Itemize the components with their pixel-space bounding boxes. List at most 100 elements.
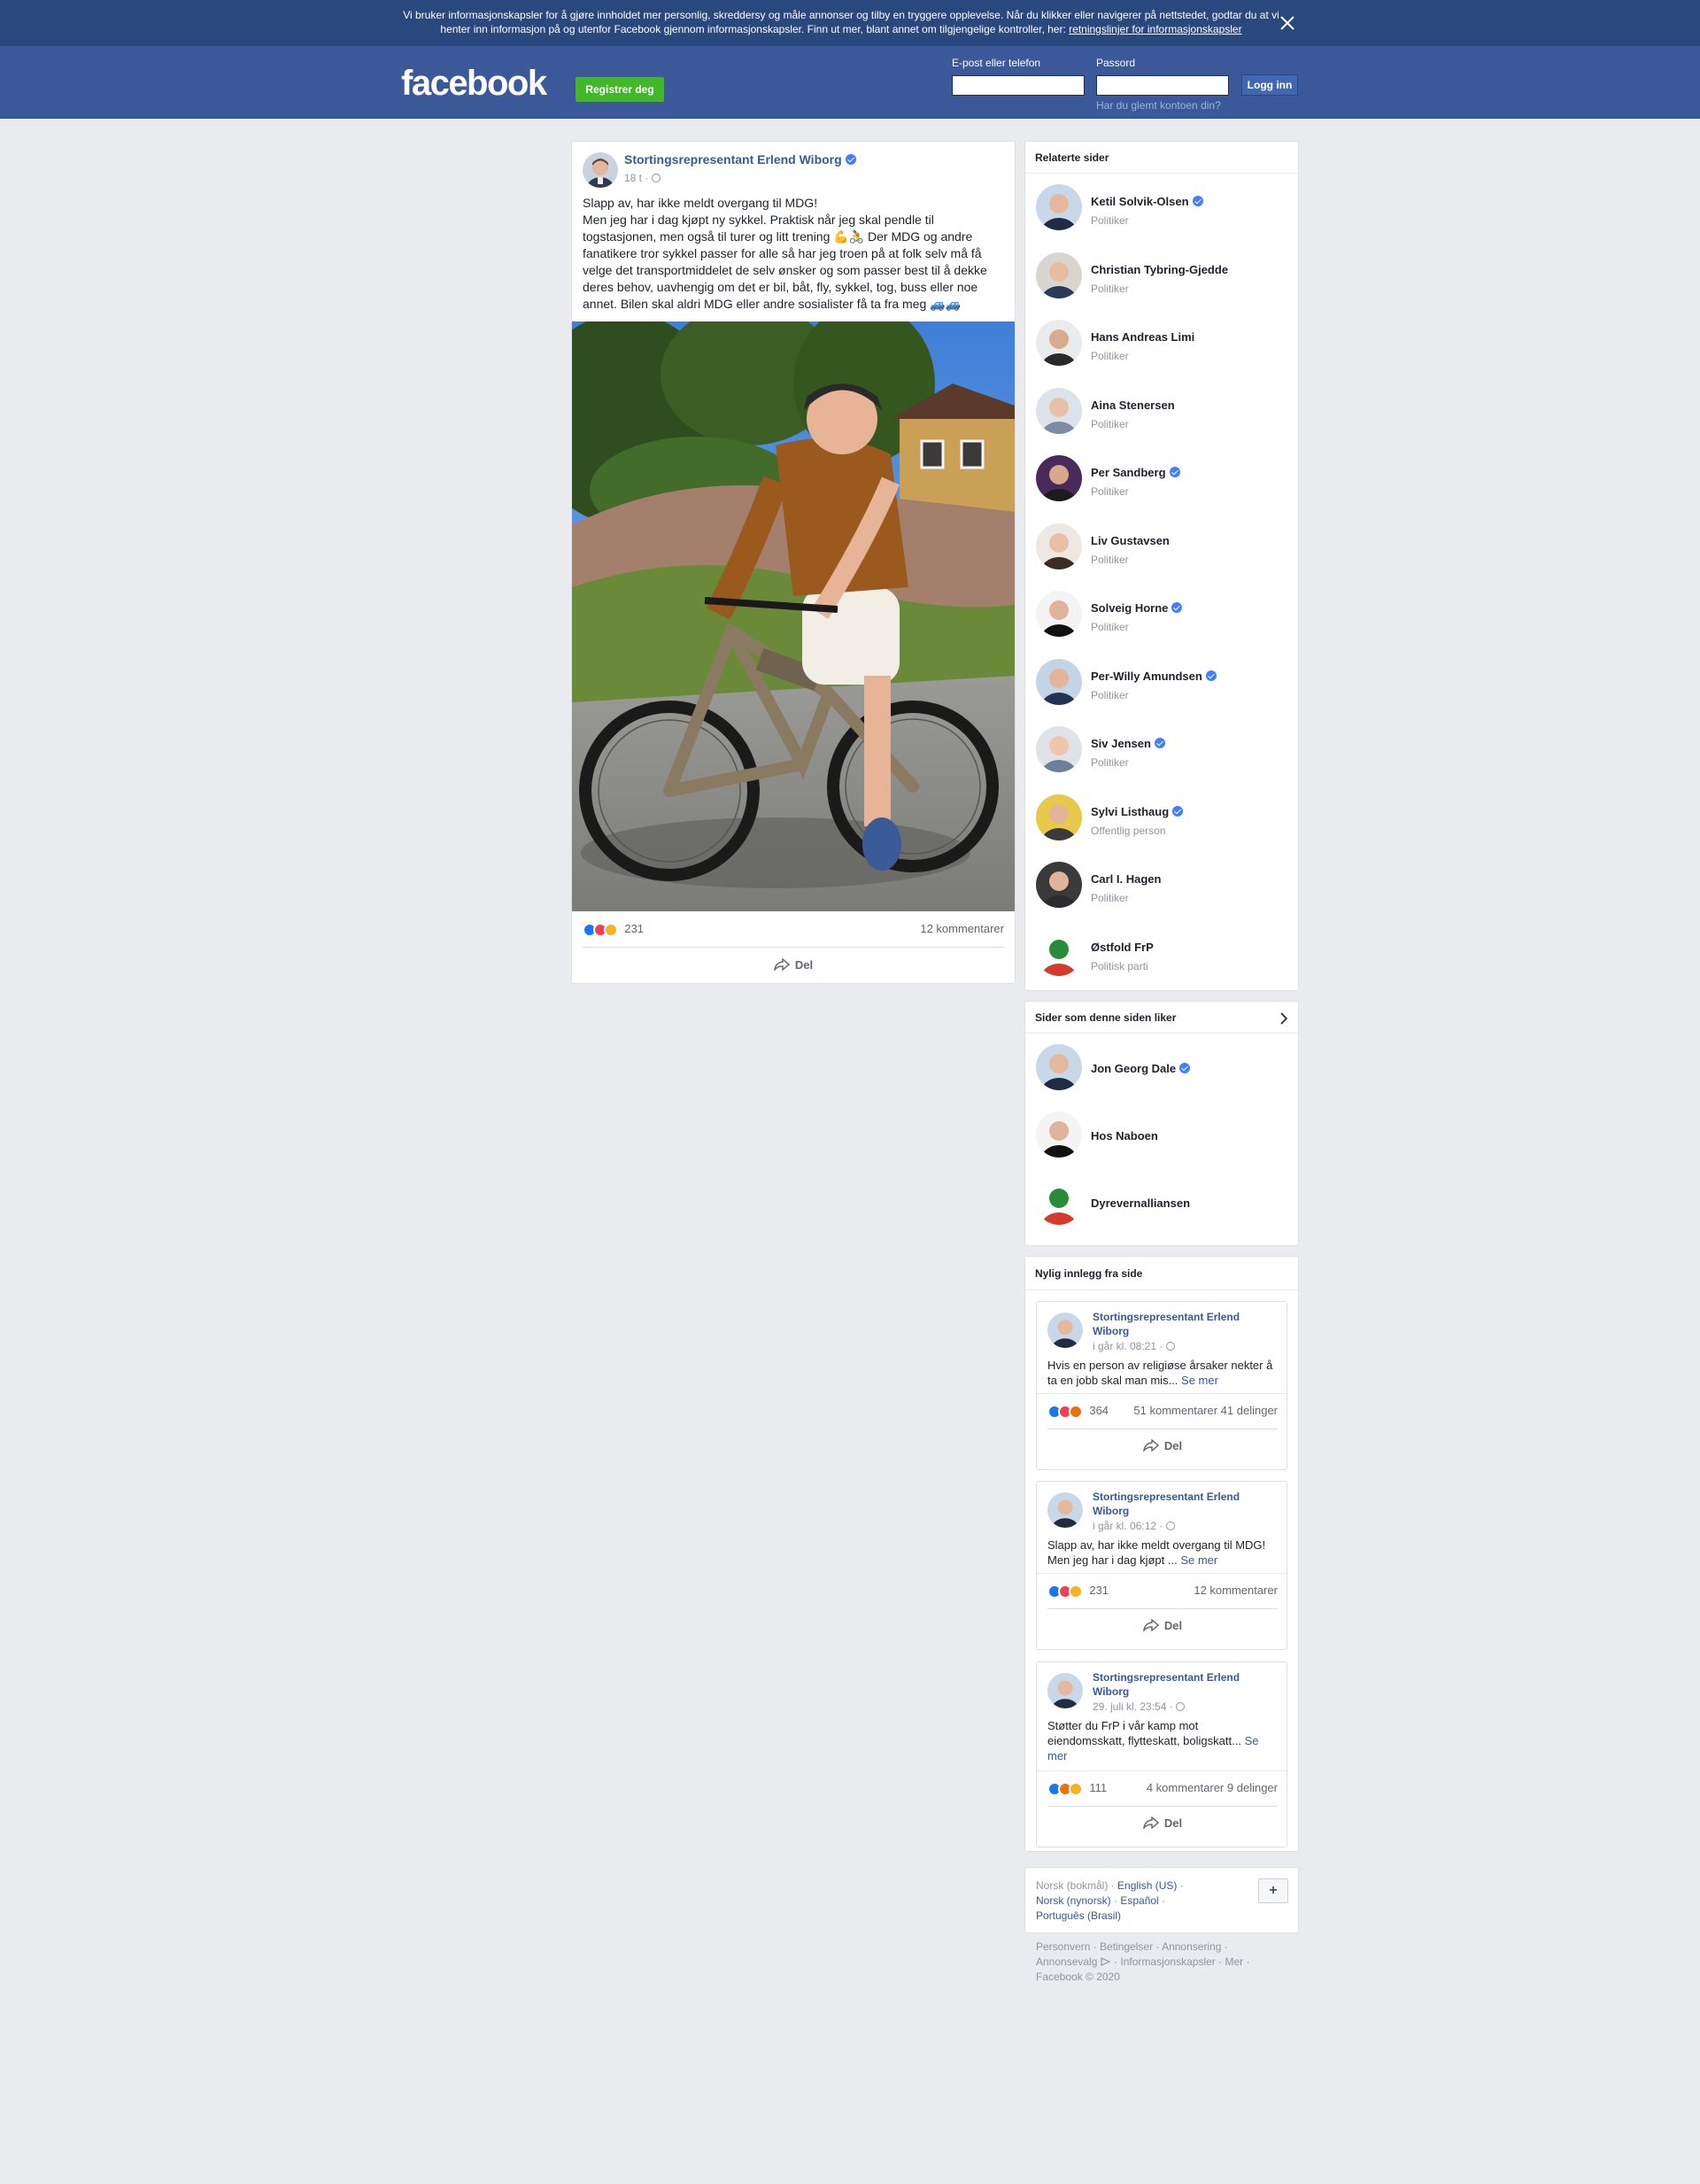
page-name[interactable]: Sylvi Listhaug: [1091, 805, 1184, 818]
language-portuguese[interactable]: Português (Brasil): [1036, 1909, 1121, 1922]
page-avatar[interactable]: [1036, 658, 1082, 705]
page-name-text[interactable]: Liv Gustavsen: [1091, 534, 1170, 547]
forgot-account-link[interactable]: Har du glemt kontoen din?: [1096, 99, 1221, 112]
share-button[interactable]: Del: [1118, 1438, 1207, 1453]
liked-page-item[interactable]: Jon Georg Dale: [1025, 1044, 1298, 1094]
share-button[interactable]: Del: [749, 957, 838, 972]
page-name-text[interactable]: Per Sandberg: [1091, 466, 1166, 479]
page-avatar[interactable]: [1036, 862, 1082, 908]
page-avatar[interactable]: [1036, 387, 1082, 434]
share-button[interactable]: Del: [1118, 1618, 1207, 1633]
author-avatar[interactable]: [1047, 1492, 1083, 1528]
reaction-icons[interactable]: [1047, 1404, 1083, 1419]
page-avatar[interactable]: [1036, 184, 1082, 230]
related-page-item[interactable]: Liv Gustavsen Politiker: [1025, 523, 1298, 577]
page-name[interactable]: Christian Tybring-Gjedde: [1091, 263, 1228, 276]
page-name-text[interactable]: Sylvi Listhaug: [1091, 805, 1169, 818]
post-time[interactable]: 18 t ·: [624, 172, 648, 184]
facebook-logo[interactable]: facebook: [401, 64, 547, 104]
language-english[interactable]: English (US): [1117, 1879, 1177, 1892]
reaction-count[interactable]: 231: [624, 922, 644, 935]
liked-page-item[interactable]: Dyrevernalliansen: [1025, 1179, 1298, 1228]
page-avatar[interactable]: [1036, 726, 1082, 772]
page-name[interactable]: Østfold FrP: [1091, 941, 1154, 954]
page-name-text[interactable]: Hans Andreas Limi: [1091, 330, 1194, 344]
reaction-icons[interactable]: [1047, 1584, 1083, 1599]
related-page-item[interactable]: Per-Willy Amundsen Politiker: [1025, 658, 1298, 712]
chevron-right-icon[interactable]: [1279, 1012, 1288, 1025]
page-name[interactable]: Jon Georg Dale: [1091, 1062, 1191, 1075]
page-avatar[interactable]: [1036, 523, 1082, 569]
page-name-text[interactable]: Siv Jensen: [1091, 737, 1151, 750]
related-page-item[interactable]: Hans Andreas Limi Politiker: [1025, 320, 1298, 373]
page-avatar[interactable]: [1036, 252, 1082, 298]
page-name-text[interactable]: Ketil Solvik-Olsen: [1091, 195, 1189, 208]
page-avatar[interactable]: [1036, 1179, 1082, 1225]
post-author[interactable]: Stortingsrepresentant Erlend Wiborg: [624, 152, 856, 167]
page-name[interactable]: Liv Gustavsen: [1091, 534, 1170, 547]
related-page-item[interactable]: Siv Jensen Politiker: [1025, 726, 1298, 779]
add-language-button[interactable]: +: [1258, 1878, 1288, 1903]
cookie-policy-link[interactable]: retningslinjer for informasjonskapsler: [1069, 23, 1241, 35]
footer-links-2[interactable]: · Informasjonskapsler · Mer ·: [1114, 1956, 1249, 1968]
reaction-count[interactable]: 111: [1089, 1781, 1107, 1794]
recent-post-time[interactable]: i går kl. 08:21 ·: [1093, 1340, 1163, 1352]
page-name-text[interactable]: Solveig Horne: [1091, 601, 1168, 615]
page-name-text[interactable]: Dyrevernalliansen: [1091, 1197, 1190, 1210]
reaction-count[interactable]: 231: [1089, 1584, 1109, 1597]
comment-count[interactable]: 4 kommentarer: [1147, 1781, 1224, 1794]
see-more-link[interactable]: Se mer: [1180, 1553, 1217, 1567]
page-avatar[interactable]: [1036, 794, 1082, 840]
page-name-text[interactable]: Hos Naboen: [1091, 1129, 1158, 1142]
page-avatar[interactable]: [1036, 929, 1082, 976]
page-name[interactable]: Hos Naboen: [1091, 1129, 1158, 1142]
page-name-text[interactable]: Per-Willy Amundsen: [1091, 670, 1202, 683]
page-avatar[interactable]: [1036, 591, 1082, 637]
comment-count[interactable]: 12 kommentarer: [1194, 1584, 1278, 1597]
password-input[interactable]: [1096, 75, 1229, 96]
reaction-icons[interactable]: [1047, 1781, 1083, 1796]
recent-post-author[interactable]: Stortingsrepresentant Erlend Wiborg: [1093, 1490, 1270, 1518]
related-page-item[interactable]: Ketil Solvik-Olsen Politiker: [1025, 184, 1298, 237]
related-page-item[interactable]: Carl I. Hagen Politiker: [1025, 862, 1298, 915]
page-avatar[interactable]: [1036, 455, 1082, 501]
related-page-item[interactable]: Aina Stenersen Politiker: [1025, 387, 1298, 441]
page-name[interactable]: Per-Willy Amundsen: [1091, 670, 1217, 683]
author-avatar[interactable]: [1047, 1313, 1083, 1348]
page-name[interactable]: Aina Stenersen: [1091, 399, 1175, 412]
post-author-name[interactable]: Stortingsrepresentant Erlend Wiborg: [624, 152, 842, 167]
related-page-item[interactable]: Christian Tybring-Gjedde Politiker: [1025, 252, 1298, 306]
recent-post-time[interactable]: i går kl. 06:12 ·: [1093, 1520, 1163, 1532]
language-nynorsk[interactable]: Norsk (nynorsk): [1036, 1894, 1111, 1907]
related-page-item[interactable]: Østfold FrP Politisk parti: [1025, 929, 1298, 983]
page-avatar[interactable]: [1036, 1111, 1082, 1158]
page-name[interactable]: Siv Jensen: [1091, 737, 1165, 750]
page-avatar[interactable]: [1036, 1044, 1082, 1090]
page-name-text[interactable]: Østfold FrP: [1091, 941, 1154, 954]
page-avatar[interactable]: [1036, 320, 1082, 366]
reaction-count[interactable]: 364: [1089, 1404, 1109, 1417]
language-spanish[interactable]: Español: [1120, 1894, 1158, 1907]
share-count[interactable]: 41 delinger: [1221, 1404, 1278, 1417]
page-name[interactable]: Ketil Solvik-Olsen: [1091, 195, 1203, 208]
reaction-icons[interactable]: [583, 922, 618, 937]
post-photo[interactable]: [572, 321, 1015, 911]
comments-shares[interactable]: 51 kommentarer 41 delinger: [1133, 1404, 1278, 1417]
comments-shares[interactable]: 12 kommentarer: [1194, 1584, 1278, 1597]
page-name[interactable]: Dyrevernalliansen: [1091, 1197, 1190, 1210]
register-button[interactable]: Registrer deg: [576, 77, 664, 102]
related-page-item[interactable]: Per Sandberg Politiker: [1025, 455, 1298, 508]
recent-post-time[interactable]: 29. juli kl. 23:54 ·: [1093, 1700, 1173, 1713]
page-name-text[interactable]: Jon Georg Dale: [1091, 1062, 1176, 1075]
comment-count[interactable]: 12 kommentarer: [920, 922, 1004, 935]
page-name[interactable]: Hans Andreas Limi: [1091, 330, 1194, 344]
related-page-item[interactable]: Solveig Horne Politiker: [1025, 591, 1298, 644]
page-name[interactable]: Solveig Horne: [1091, 601, 1183, 615]
email-input[interactable]: [952, 75, 1085, 96]
recent-post-author[interactable]: Stortingsrepresentant Erlend Wiborg: [1093, 1310, 1270, 1338]
comment-count[interactable]: 51 kommentarer: [1133, 1404, 1217, 1417]
share-count[interactable]: 9 delinger: [1227, 1781, 1278, 1794]
comments-shares[interactable]: 4 kommentarer 9 delinger: [1147, 1781, 1278, 1794]
page-name[interactable]: Carl I. Hagen: [1091, 872, 1161, 886]
login-button[interactable]: Logg inn: [1241, 74, 1298, 96]
